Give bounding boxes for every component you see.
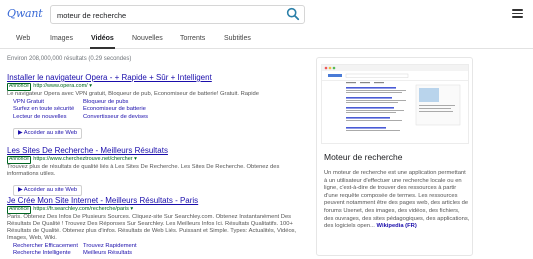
tab-nouvelles[interactable]: Nouvelles: [132, 35, 163, 49]
visit-site-label: Accéder au site Web: [23, 130, 78, 136]
tab-torrents[interactable]: Torrents: [180, 35, 205, 49]
tab-images[interactable]: Images: [50, 35, 73, 49]
sitelinks: Rechercher Efficacement Trouvez Rapideme…: [7, 243, 297, 258]
knowledge-panel-description: Un moteur de recherche est une applicati…: [324, 170, 470, 231]
sitelink[interactable]: VPN Gratuit: [13, 99, 83, 107]
search-input[interactable]: [57, 8, 277, 22]
play-arrow-icon: ▶: [18, 130, 23, 136]
dropdown-arrow-icon[interactable]: ▾: [89, 83, 92, 89]
result-description: Trouvez plus de résultats de qualité lié…: [7, 163, 280, 177]
sitelink[interactable]: Convertisseur de devises: [83, 114, 173, 122]
sitelink[interactable]: Meilleurs Résultats: [83, 250, 173, 258]
search-result: Je Crée Mon Site Internet - Meilleurs Ré…: [7, 196, 297, 258]
knowledge-panel: Moteur de recherche Un moteur de recherc…: [316, 57, 473, 256]
search-icon: [286, 7, 300, 21]
tab-web[interactable]: Web: [16, 35, 30, 49]
sitelink[interactable]: Trouvez Rapidement: [83, 243, 173, 251]
result-url[interactable]: https://fr.searchley.com/recherche/paris: [33, 206, 129, 212]
result-description: Paris. Obtenez Des Infos De Plusieurs So…: [7, 213, 297, 241]
dropdown-arrow-icon[interactable]: ▾: [134, 156, 137, 162]
ad-badge: Annonce: [7, 156, 31, 164]
result-url[interactable]: https://www.chercheztrouve.net/chercher: [33, 156, 132, 162]
tab-videos[interactable]: Vidéos: [90, 35, 115, 49]
header: Qwant: [0, 0, 533, 30]
visit-site-button[interactable]: ▶ Accéder au site Web: [13, 128, 83, 139]
sitelink[interactable]: Economiseur de batterie: [83, 106, 173, 114]
search-engine-screenshot[interactable]: [321, 64, 469, 144]
sitelink[interactable]: Bloqueur de pubs: [83, 99, 173, 107]
sitelink[interactable]: Rechercher Efficacement: [13, 243, 83, 251]
search-bar[interactable]: [50, 5, 305, 24]
result-title-link[interactable]: Les Sites De Recherche - Meilleurs Résul…: [7, 146, 297, 156]
result-url[interactable]: http://www.opera.com/: [33, 83, 87, 89]
result-title-link[interactable]: Installer le navigateur Opera - + Rapide…: [7, 73, 297, 83]
logo[interactable]: Qwant: [7, 7, 43, 20]
ad-badge: Annonce: [7, 206, 31, 214]
result-description: Le navigateur Opera avec VPN gratuit, Bl…: [7, 90, 259, 97]
results-count: Environ 208,000,000 résultats (0.29 seco…: [7, 56, 132, 62]
sitelink[interactable]: Surfez en toute sécurité: [13, 106, 83, 114]
knowledge-panel-title: Moteur de recherche: [324, 152, 403, 162]
visit-site-label: Accéder au site Web: [23, 186, 78, 193]
result-url-line: Annonce https://www.chercheztrouve.net/c…: [7, 156, 297, 164]
play-arrow-icon: ▶: [18, 186, 23, 193]
search-result: Les Sites De Recherche - Meilleurs Résul…: [7, 146, 297, 196]
hamburger-menu-icon[interactable]: [512, 9, 523, 18]
result-url-line: Annonce http://www.opera.com/ ▾: [7, 83, 297, 91]
ad-badge: Annonce: [7, 83, 31, 91]
dropdown-arrow-icon[interactable]: ▾: [130, 206, 133, 212]
sitelinks: VPN Gratuit Bloqueur de pubs Surfez en t…: [7, 99, 297, 122]
description-text: Un moteur de recherche est une applicati…: [324, 170, 470, 230]
wikipedia-link[interactable]: Wikipedia (FR): [377, 223, 417, 229]
tab-subtitles[interactable]: Subtitles: [224, 35, 251, 49]
search-result: Installer le navigateur Opera - + Rapide…: [7, 73, 297, 139]
result-url-line: Annonce https://fr.searchley.com/recherc…: [7, 206, 297, 214]
screenshot-thumbnail-image: [322, 65, 468, 131]
result-title-link[interactable]: Je Crée Mon Site Internet - Meilleurs Ré…: [7, 196, 297, 206]
sitelink[interactable]: Lecteur de nouvelles: [13, 114, 83, 122]
sitelink[interactable]: Recherche Intelligente: [13, 250, 83, 258]
visit-site-button[interactable]: ▶ Accéder au site Web: [13, 184, 83, 196]
search-tabs: Web Images Vidéos Nouvelles Torrents Sub…: [0, 32, 533, 49]
search-button[interactable]: [285, 7, 301, 23]
